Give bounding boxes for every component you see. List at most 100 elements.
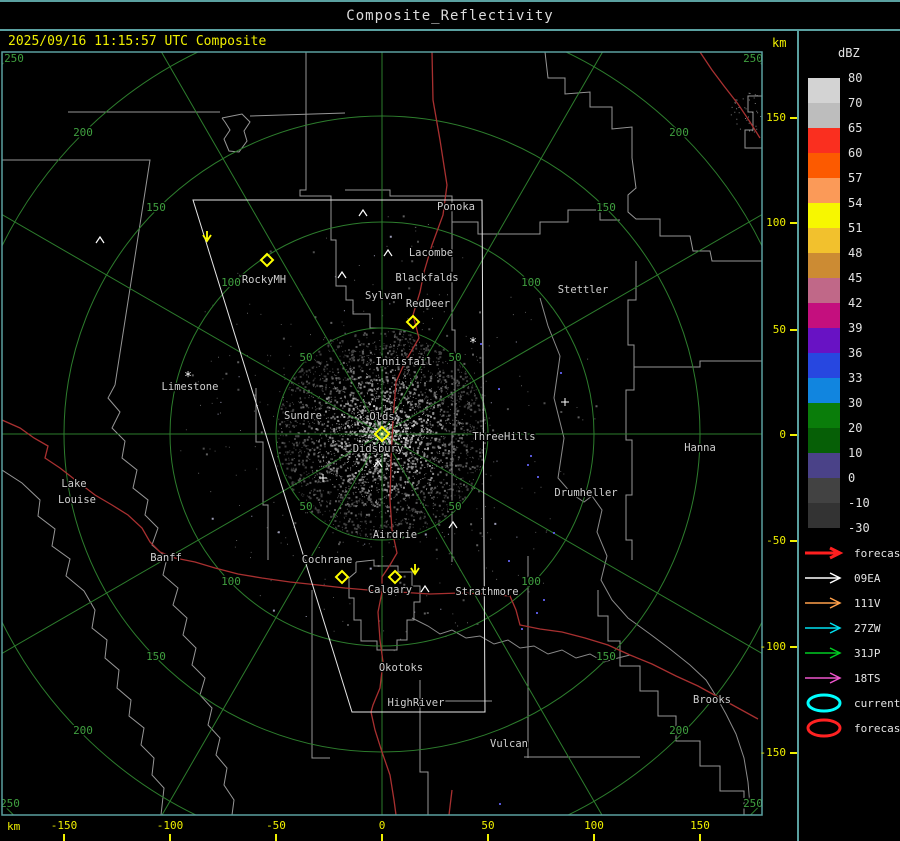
city-label-lacombe: Lacombe: [409, 247, 453, 259]
city-label-vulcan: Vulcan: [490, 738, 528, 750]
radar-app-window: Composite_Reflectivity 2025/09/16 11:15:…: [0, 0, 900, 841]
county-boundary: [249, 112, 346, 117]
city-label-rockymh: RockyMH: [242, 274, 286, 286]
ring-distance-label: 250: [743, 797, 763, 810]
ring-distance-label: 250: [743, 52, 763, 65]
weak-echo-dot: [543, 599, 545, 601]
radial-line-300: [381, 52, 604, 435]
titlebar: Composite_Reflectivity: [0, 0, 900, 31]
weak-echo-dot: [553, 532, 555, 534]
weak-echo-dot: [536, 612, 538, 614]
city-label-drumheller: Drumheller: [554, 487, 617, 499]
county-boundary: [255, 388, 269, 560]
city-label-threehills: ThreeHills: [472, 431, 535, 443]
city-label-innisfail: Innisfail: [376, 356, 433, 368]
weak-echo-dot: [498, 388, 500, 390]
down-arrow-marker: [202, 231, 212, 243]
city-label-brooks: Brooks: [693, 694, 731, 706]
city-label-strathmore: Strathmore: [455, 586, 518, 598]
county-boundary: [634, 360, 762, 368]
timestamp: 2025/09/16 11:15:57 UTC Composite: [8, 34, 267, 49]
city-label-airdrie: Airdrie: [373, 529, 417, 541]
weak-echo-dot: [530, 455, 532, 457]
city-label-cochrane: Cochrane: [302, 554, 353, 566]
city-label-hanna: Hanna: [684, 442, 716, 454]
window-title: Composite_Reflectivity: [346, 7, 554, 24]
river-line: [539, 297, 751, 807]
radial-line-150: [2, 433, 383, 654]
county-boundary: [744, 95, 762, 149]
ring-distance-label: 50: [448, 351, 461, 364]
radial-line-120: [161, 433, 383, 815]
weak-echo-dot: [508, 560, 510, 562]
weak-echo-dot: [521, 628, 523, 630]
caret-marker: [420, 584, 430, 593]
right-axis-unit: km: [772, 36, 787, 50]
county-boundary: [2, 469, 165, 815]
city-label-blackfalds: Blackfalds: [395, 272, 458, 284]
asterisk-marker: *: [184, 370, 192, 385]
ring-distance-label: 200: [73, 126, 93, 139]
ring-distance-label: 250: [4, 52, 24, 65]
county-boundary: [311, 590, 330, 759]
ring-distance-label: 200: [669, 126, 689, 139]
radar-center-dot: [380, 432, 384, 436]
city-label-lake: Lake: [61, 478, 86, 490]
city-label-louise: Louise: [58, 494, 96, 506]
panel-divider: [797, 31, 799, 841]
county-boundary: [544, 52, 762, 262]
ring-distance-label: 150: [596, 201, 616, 214]
weak-echo-dot: [527, 464, 529, 466]
asterisk-marker: *: [469, 336, 477, 351]
city-label-didsbury: Didsbury: [353, 443, 404, 455]
city-label-banff: Banff: [150, 552, 182, 564]
ring-distance-label: 150: [146, 201, 166, 214]
ring-distance-label: 200: [669, 724, 689, 737]
range-rings: [2, 52, 762, 815]
city-label-olds: Olds: [369, 411, 394, 423]
radial-line-330: [381, 214, 762, 435]
clutter-echoes: [180, 92, 762, 652]
radar-site-marker: [387, 569, 403, 585]
city-label-sylvan: Sylvan: [365, 290, 403, 302]
city-label-okotoks: Okotoks: [379, 662, 423, 674]
ring-distance-label: 50: [299, 500, 312, 513]
map-layers: 50 50 50 50 100 100 100 100 150 150 150 150 200 200 20…: [0, 52, 763, 815]
plus-marker: [561, 398, 569, 406]
ring-distance-label: 50: [299, 351, 312, 364]
ring-distance-label: 100: [221, 276, 241, 289]
city-label-sundre: Sundre: [284, 410, 322, 422]
city-label-ponoka: Ponoka: [437, 201, 475, 213]
range-ring-250km: [2, 52, 762, 815]
ring-distance-label: 100: [221, 575, 241, 588]
ring-distance-label: 150: [596, 650, 616, 663]
ring-distance-label: 250: [0, 797, 20, 810]
radar-site-marker: [334, 569, 350, 585]
weak-echo-dot: [560, 372, 562, 374]
radial-line-60: [381, 433, 603, 815]
radar-map[interactable]: 50 50 50 50 100 100 100 100 150 150 150 150 200 200 20…: [0, 0, 900, 841]
caret-marker: [448, 520, 458, 529]
caret-marker: [358, 208, 368, 217]
county-boundary: [625, 261, 637, 560]
highway-line: [448, 789, 453, 815]
caret-marker: [337, 270, 347, 279]
weak-echo-dot: [537, 476, 539, 478]
city-label-calgary: Calgary: [368, 584, 412, 596]
weak-echo-dot: [499, 803, 501, 805]
ring-distance-label: 50: [448, 500, 461, 513]
city-label-highriver: HighRiver: [388, 697, 445, 709]
county-boundary: [2, 159, 151, 386]
caret-marker: [383, 248, 393, 257]
ring-distance-label: 100: [521, 575, 541, 588]
city-label-reddeer: RedDeer: [406, 298, 450, 310]
weak-echo-dot: [480, 343, 482, 345]
highway-line: [2, 419, 383, 593]
ring-distance-label: 100: [521, 276, 541, 289]
ring-distance-label: 200: [73, 724, 93, 737]
radial-line-240: [160, 52, 383, 435]
city-label-stettler: Stettler: [558, 284, 609, 296]
radial-line-30: [381, 433, 762, 654]
radar-site-marker: [405, 314, 421, 330]
ring-distance-label: 150: [146, 650, 166, 663]
